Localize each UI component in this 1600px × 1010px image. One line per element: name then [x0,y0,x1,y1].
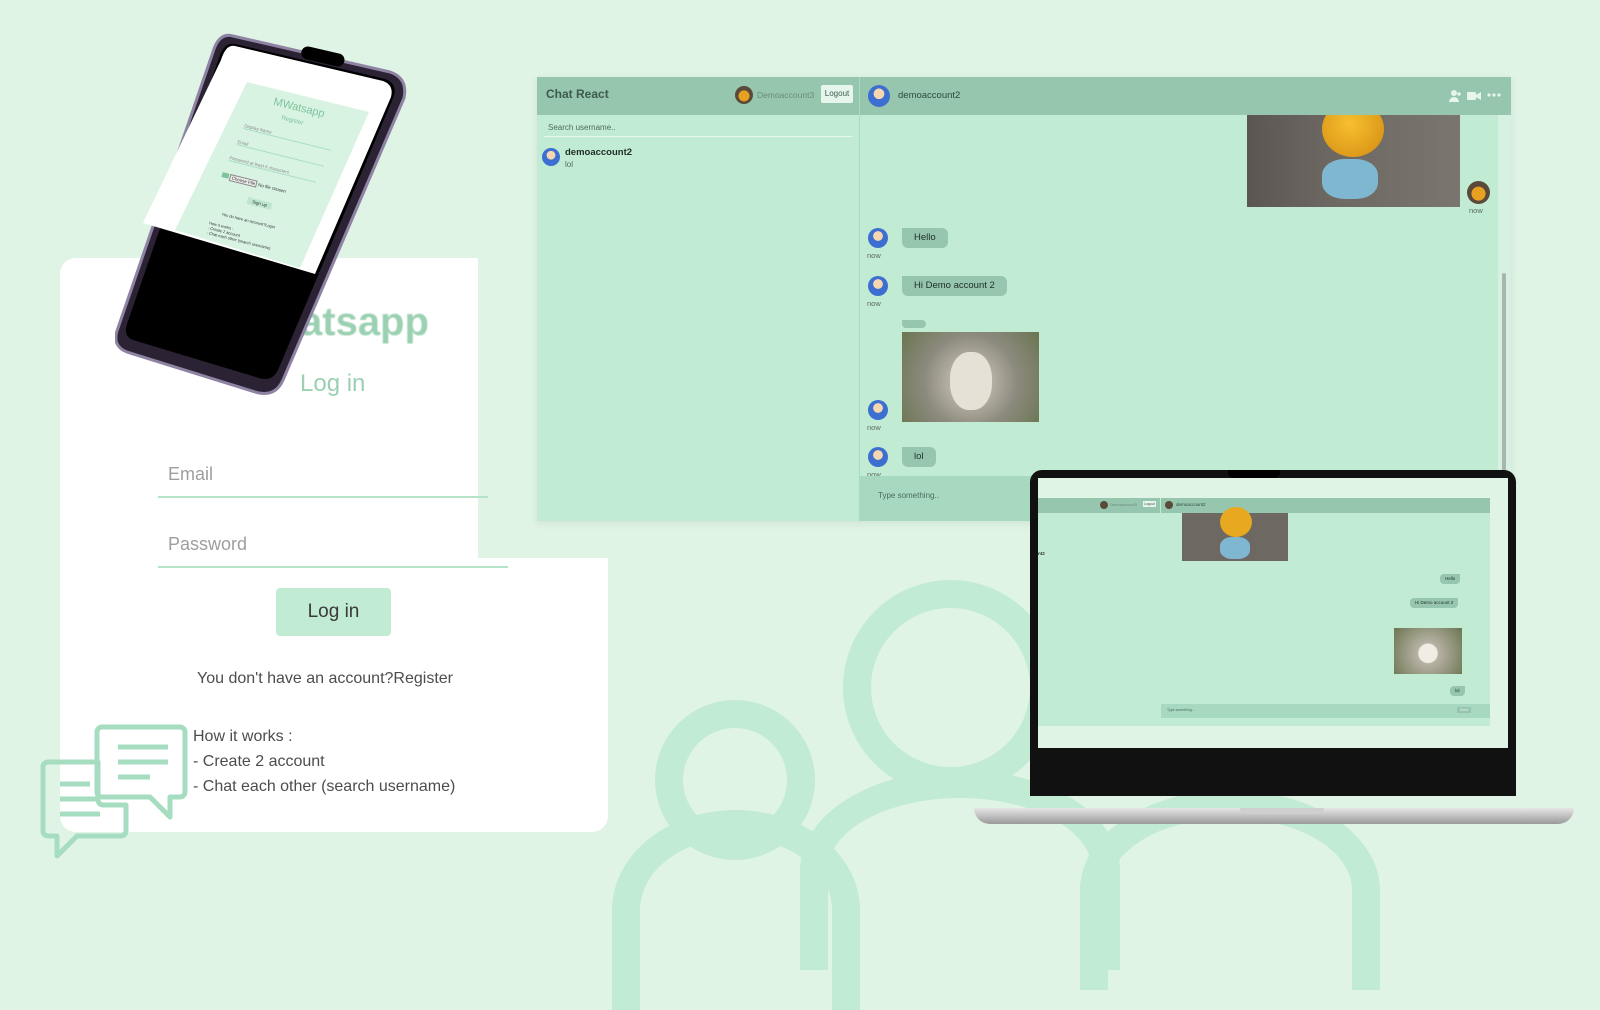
laptop-input-bar: Type something... Send [1161,704,1490,718]
laptop-screen: Demoaccount3 Logout nt2 demoaccount2 Hel… [1030,470,1516,796]
image-subject [1220,537,1250,559]
contact-name: demoaccount2 [565,147,633,158]
background-user-body-icon [800,770,1120,970]
laptop-message-bubble: lol [1450,686,1465,696]
message-avatar [868,447,888,467]
password-placeholder: Password [168,534,248,554]
current-user-name: Demoaccount3 [757,90,815,100]
message-avatar [1467,181,1490,204]
laptop-sidebar-header: Demoaccount3 Logout [1038,498,1160,513]
contact-item[interactable]: demoaccount2 lol [537,145,859,181]
current-user-avatar [735,86,753,104]
laptop-chat-header: demoaccount2 [1161,498,1490,513]
message-bubble: lol [902,447,936,467]
laptop-current-user: Demoaccount3 [1110,502,1137,507]
phone-frame [114,33,407,395]
sidebar-header: Chat React Demoaccount3 Logout [537,77,859,115]
laptop-contact-name: nt2 [1038,551,1045,556]
message-bubble: Hi Demo account 2 [902,276,1007,296]
laptop-logout-button[interactable]: Logout [1143,501,1156,507]
login-button[interactable]: Log in [276,588,391,636]
email-placeholder: Email [168,464,214,484]
laptop-chat-user: demoaccount2 [1176,502,1206,507]
how-step: - Chat each other (search username) [193,778,456,795]
app-title: Chat React [546,87,609,101]
laptop-notch [1228,470,1280,478]
chat-user-avatar [868,85,890,107]
message-time: now [867,251,881,260]
message-bubble: Hello [902,228,948,248]
chat-header: demoaccount2 [860,77,1511,115]
laptop-current-user-avatar [1100,501,1108,509]
laptop-send-button[interactable]: Send [1457,707,1472,713]
message-time: now [867,299,881,308]
message-avatar [868,228,888,248]
contact-avatar [542,148,560,166]
add-user-icon[interactable] [1448,89,1462,103]
scrollbar-thumb[interactable] [1502,273,1506,473]
laptop-image-message [1394,628,1462,674]
chat-user-name: demoaccount2 [898,90,961,101]
register-link[interactable]: You don't have an account?Register [197,670,453,688]
message-avatar [868,276,888,296]
image-subject [1322,159,1378,199]
how-title: How it works : [193,728,293,745]
image-subject [1322,115,1384,157]
empty-message-bubble [902,320,926,328]
how-it-works: How it works : - Create 2 account - Chat… [193,724,455,799]
message-input[interactable]: Type something.. [878,491,939,500]
video-camera-icon[interactable] [1467,90,1481,102]
laptop-message-input[interactable]: Type something... [1167,708,1195,712]
image-subject [1220,507,1252,537]
message-avatar [868,400,888,420]
laptop-app: Demoaccount3 Logout nt2 demoaccount2 Hel… [1038,498,1490,726]
contact-last-message: lol [565,160,574,169]
email-field[interactable]: Email [158,452,488,498]
message-image[interactable] [902,332,1039,422]
message-image[interactable] [1247,115,1460,207]
laptop-hinge [1240,808,1324,814]
laptop-message-bubble: Hi Demo account 2 [1410,598,1459,608]
message-time: now [1469,206,1483,215]
more-icon[interactable] [1487,92,1501,98]
password-field[interactable]: Password [158,522,508,568]
logout-button[interactable]: Logout [821,85,853,103]
phone-mockup: MWatsapp Register Display Name Email Pas… [114,30,415,405]
chat-app-window: Chat React Demoaccount3 Logout Search us… [537,77,1511,521]
chat-bubbles-icon [40,724,188,859]
messages-scrollbar[interactable] [1498,115,1511,476]
messages-area: now now Hello now Hi Demo account 2 now … [860,115,1497,476]
laptop-chat-avatar [1165,501,1173,509]
laptop-display: Demoaccount3 Logout nt2 demoaccount2 Hel… [1038,478,1508,748]
message-time: now [867,423,881,432]
laptop-image-message [1182,507,1288,561]
how-step: - Create 2 account [193,753,325,770]
laptop-message-bubble: Hello [1440,574,1461,584]
background-user-head-icon [843,580,1058,795]
search-input[interactable]: Search username.. [544,121,852,137]
image-icon [221,172,230,179]
image-subject [950,352,992,410]
sidebar: Chat React Demoaccount3 Logout Search us… [537,77,860,521]
